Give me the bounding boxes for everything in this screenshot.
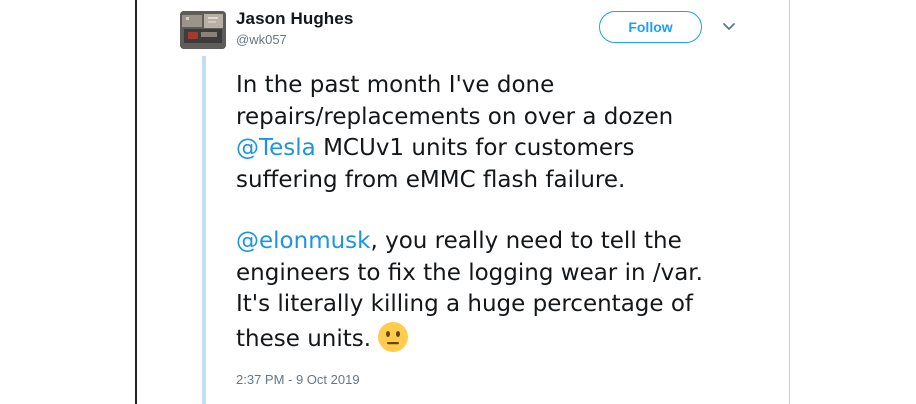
card-left-border [135,0,137,404]
tweet-line: @elonmusk, you really need to tell the [236,226,781,258]
chevron-down-icon[interactable] [722,22,736,32]
tweet-line: In the past month I've done [236,72,555,98]
author-handle[interactable]: @wk057 [236,32,287,47]
card-right-border [789,0,790,404]
thread-line [202,56,206,404]
tweet-timestamp[interactable]: 2:37 PM - 9 Oct 2019 [236,372,360,387]
mention-link-elonmusk[interactable]: @elonmusk [236,228,370,254]
tweet-line: It's literally killing a huge percentage… [236,291,694,317]
tweet-line: repairs/replacements on over a dozen [236,103,674,130]
author-name[interactable]: Jason Hughes [236,9,353,29]
follow-button[interactable]: Follow [599,11,702,43]
tweet-page: Jason Hughes @wk057 Follow In the past m… [0,0,916,404]
tweet-line-text: , you really need to tell the [370,228,682,254]
avatar-image-icon [180,11,226,49]
tweet-line: these units. [236,321,781,356]
tweet-line: @Tesla MCUv1 units for customers [236,133,781,165]
tweet-line: suffering from eMMC flash failure. [236,166,626,193]
tweet-line-text: MCUv1 units for customers [315,135,635,161]
avatar[interactable] [180,11,226,49]
tweet-line: engineers to fix the logging wear in /va… [236,259,703,286]
tweet-text: In the past month I've done repairs/repl… [236,70,781,355]
mention-link-tesla[interactable]: @Tesla [236,135,316,161]
neutral-face-emoji-icon [378,321,409,352]
tweet-line-text: these units. [236,325,372,352]
